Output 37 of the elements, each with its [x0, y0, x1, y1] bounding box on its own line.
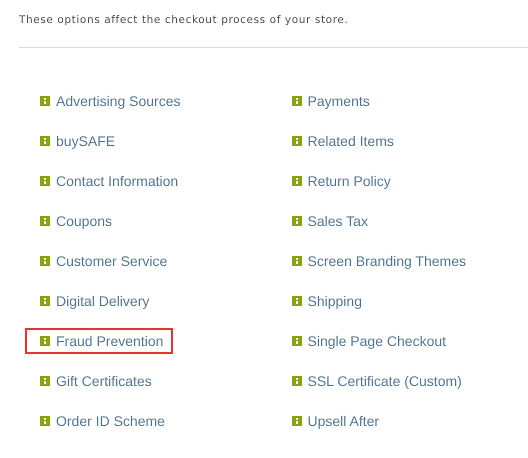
info-icon [40, 416, 50, 426]
info-icon [292, 296, 302, 306]
info-icon [40, 96, 50, 106]
settings-link[interactable]: Customer Service [25, 248, 178, 274]
info-icon [292, 216, 302, 226]
settings-link[interactable]: Advertising Sources [25, 88, 191, 114]
info-icon [40, 376, 50, 386]
settings-link[interactable]: buySAFE [25, 128, 126, 154]
info-icon [40, 296, 50, 306]
settings-link[interactable]: Upsell After [276, 408, 390, 434]
info-icon [40, 256, 50, 266]
info-icon [40, 176, 50, 186]
info-icon [40, 336, 50, 346]
settings-link[interactable]: Digital Delivery [25, 288, 160, 314]
settings-link[interactable]: Sales Tax [276, 208, 378, 234]
info-icon [40, 136, 50, 146]
description-text: These options affect the checkout process of your store. [18, 13, 350, 26]
settings-link[interactable]: Contact Information [25, 168, 188, 194]
settings-link[interactable]: Payments [276, 88, 380, 114]
settings-link[interactable]: Coupons [25, 208, 122, 234]
info-icon [292, 136, 302, 146]
settings-link[interactable]: SSL Certificate (Custom) [276, 368, 472, 394]
info-icon [292, 376, 302, 386]
settings-link[interactable]: Shipping [276, 288, 372, 314]
settings-link[interactable]: Fraud Prevention [25, 328, 174, 354]
settings-link[interactable]: Return Policy [276, 168, 401, 194]
info-icon [292, 256, 302, 266]
info-icon [292, 176, 302, 186]
info-icon [292, 416, 302, 426]
settings-link[interactable]: Order ID Scheme [25, 408, 175, 434]
info-icon [292, 336, 302, 346]
settings-link[interactable]: Related Items [276, 128, 404, 154]
info-icon [40, 216, 50, 226]
info-icon [292, 96, 302, 106]
settings-link[interactable]: Screen Branding Themes [276, 248, 476, 274]
settings-link[interactable]: Single Page Checkout [276, 328, 456, 354]
settings-link[interactable]: Gift Certificates [25, 368, 162, 394]
